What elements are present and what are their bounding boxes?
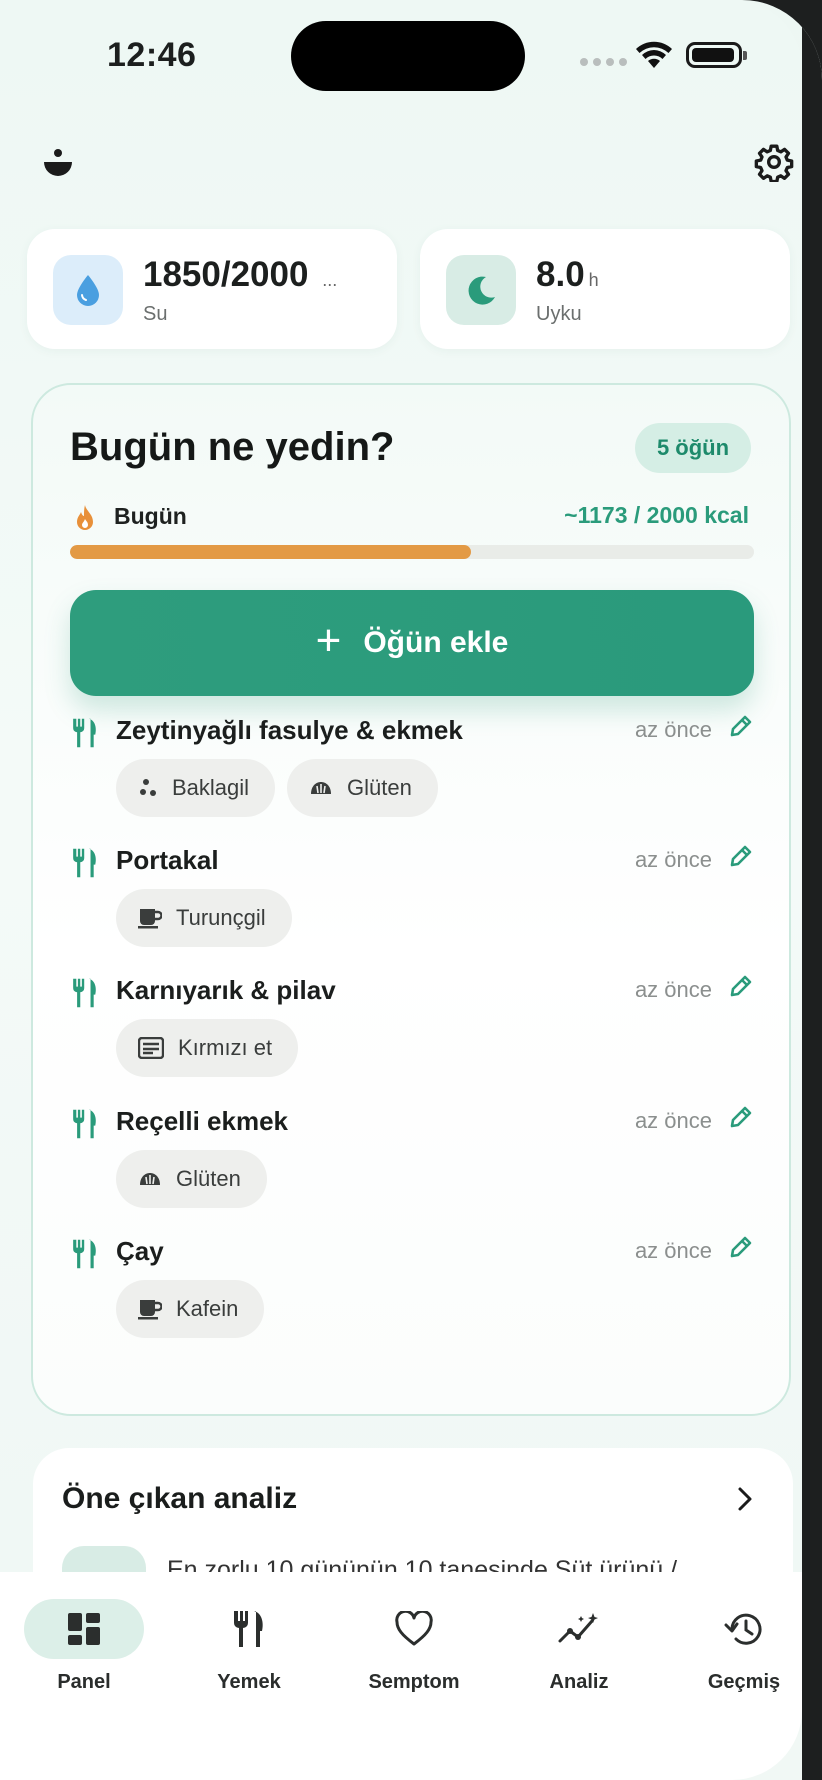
battery-icon bbox=[686, 42, 747, 68]
tab-panel[interactable]: Panel bbox=[14, 1572, 154, 1694]
app-screen: 12:46 1850/2000 ... Su 8.0 h Uyku Bugün … bbox=[0, 0, 822, 1780]
status-time: 12:46 bbox=[107, 36, 197, 74]
flame-icon bbox=[77, 505, 93, 530]
food-tag-label: Kafein bbox=[176, 1296, 239, 1321]
heart-icon bbox=[395, 1611, 433, 1646]
bread-icon bbox=[309, 780, 333, 796]
tab-label: Geçmiş bbox=[707, 1671, 781, 1693]
food-tag-label: Glüten bbox=[347, 775, 412, 800]
tab-label: Yemek bbox=[217, 1671, 281, 1693]
add-meal-label: Öğün ekle bbox=[363, 626, 509, 659]
meal-time: az önce bbox=[634, 1108, 712, 1133]
fork-knife-icon bbox=[70, 1238, 100, 1275]
sleep-stat-card[interactable]: 8.0 h Uyku bbox=[420, 229, 790, 349]
meal-name: Zeytinyağlı fasulye & ekmek bbox=[116, 715, 463, 745]
tab-gecmis[interactable]: Geçmiş bbox=[674, 1572, 802, 1694]
device-frame bbox=[802, 0, 822, 1780]
legume-icon bbox=[138, 778, 158, 798]
citrus-icon bbox=[138, 907, 162, 929]
history-icon bbox=[724, 1613, 762, 1645]
meal-time: az önce bbox=[634, 717, 712, 742]
tab-label: Panel bbox=[57, 1671, 111, 1693]
analysis-title: Öne çıkan analiz bbox=[62, 1482, 298, 1515]
fork-knife-icon bbox=[70, 717, 100, 754]
food-tags: Glüten bbox=[116, 1150, 267, 1208]
fork-knife-icon bbox=[234, 1611, 263, 1647]
food-tag: Baklagil bbox=[116, 759, 276, 817]
water-value-ellipsis: ... bbox=[322, 270, 338, 290]
fork-knife-icon bbox=[70, 1108, 100, 1145]
edit-pencil-icon[interactable] bbox=[728, 1104, 754, 1135]
wifi-icon bbox=[636, 41, 672, 68]
tab-semptom[interactable]: Semptom bbox=[344, 1572, 484, 1694]
sleep-unit: h bbox=[588, 270, 599, 290]
food-tag: Glüten bbox=[116, 1150, 267, 1208]
meal-count-badge: 5 öğün bbox=[635, 423, 751, 473]
meal-name: Karnıyarık & pilav bbox=[116, 975, 336, 1005]
bread-icon bbox=[138, 1171, 162, 1187]
edit-pencil-icon[interactable] bbox=[728, 973, 754, 1004]
food-tags: Baklagil Glüten bbox=[116, 759, 438, 817]
today-label: Bugün bbox=[114, 503, 187, 529]
app-logo-icon bbox=[44, 149, 72, 176]
meal-name: Çay bbox=[116, 1236, 164, 1266]
today-meals-card: Bugün ne yedin? 5 öğün Bugün ~1173 / 200… bbox=[31, 383, 791, 1416]
tab-analiz[interactable]: Analiz bbox=[509, 1572, 649, 1694]
water-value: 1850/2000 ... bbox=[143, 255, 338, 294]
food-tags: Kafein bbox=[116, 1280, 265, 1338]
sleep-label: Uyku bbox=[536, 303, 582, 325]
tab-label: Analiz bbox=[549, 1671, 609, 1693]
food-tag-label: Turunçgil bbox=[176, 905, 266, 930]
tab-yemek[interactable]: Yemek bbox=[179, 1572, 319, 1694]
fork-knife-icon bbox=[70, 847, 100, 884]
page-title: Bugün ne yedin? bbox=[70, 425, 395, 469]
kcal-summary: ~1173 / 2000 kcal bbox=[564, 502, 749, 528]
cup-icon bbox=[138, 1298, 162, 1320]
food-tag: Kırmızı et bbox=[116, 1019, 299, 1077]
food-tag: Turunçgil bbox=[116, 889, 292, 947]
dashboard-icon bbox=[68, 1613, 100, 1645]
chevron-right-icon[interactable] bbox=[737, 1486, 753, 1512]
kcal-progress-fill bbox=[70, 545, 472, 559]
meal-time: az önce bbox=[634, 847, 712, 872]
kcal-progress-bar bbox=[70, 545, 754, 559]
meal-name: Reçelli ekmek bbox=[116, 1106, 289, 1136]
edit-pencil-icon[interactable] bbox=[728, 713, 754, 744]
food-tag-label: Glüten bbox=[176, 1166, 241, 1191]
bottom-tab-bar: Panel Yemek Semptom Analiz Geçmiş bbox=[0, 1572, 802, 1780]
meat-icon bbox=[138, 1037, 164, 1059]
settings-gear-icon[interactable] bbox=[754, 142, 794, 182]
water-drop-icon bbox=[53, 255, 123, 325]
meal-name: Portakal bbox=[116, 845, 219, 875]
food-tag-label: Baklagil bbox=[172, 775, 250, 800]
food-tags: Kırmızı et bbox=[116, 1019, 299, 1077]
fork-knife-icon bbox=[70, 977, 100, 1014]
meal-time: az önce bbox=[634, 1238, 712, 1263]
food-tag: Glüten bbox=[287, 759, 438, 817]
tab-label: Semptom bbox=[368, 1671, 460, 1693]
add-meal-button[interactable]: + Öğün ekle bbox=[70, 590, 754, 696]
sleep-value: 8.0 h bbox=[536, 255, 599, 294]
food-tag-label: Kırmızı et bbox=[178, 1035, 273, 1060]
edit-pencil-icon[interactable] bbox=[728, 843, 754, 874]
meal-time: az önce bbox=[634, 977, 712, 1002]
edit-pencil-icon[interactable] bbox=[728, 1234, 754, 1265]
screen-content: 12:46 1850/2000 ... Su 8.0 h Uyku Bugün … bbox=[0, 0, 802, 1780]
moon-icon bbox=[446, 255, 516, 325]
food-tags: Turunçgil bbox=[116, 889, 292, 947]
dynamic-island bbox=[291, 21, 525, 91]
cellular-signal-icon bbox=[580, 58, 627, 66]
plus-icon: + bbox=[315, 616, 342, 665]
food-tag: Kafein bbox=[116, 1280, 265, 1338]
trend-icon bbox=[558, 1613, 598, 1643]
water-label: Su bbox=[143, 303, 168, 325]
water-stat-card[interactable]: 1850/2000 ... Su bbox=[27, 229, 397, 349]
